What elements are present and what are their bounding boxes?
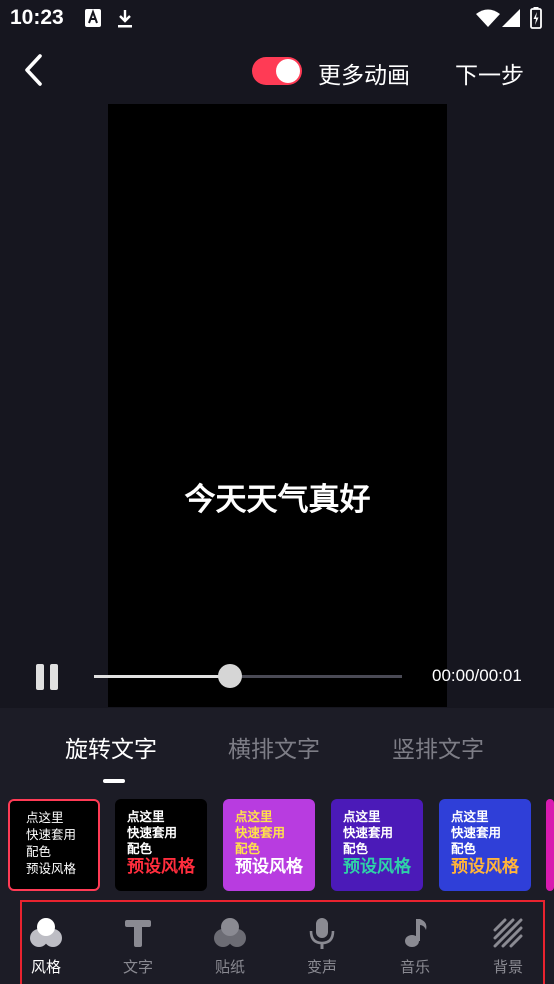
- pause-button[interactable]: [34, 662, 60, 692]
- card-line: 点这里: [26, 810, 64, 825]
- card-line: 配色: [451, 841, 477, 856]
- card-line: 点这里: [451, 809, 489, 824]
- nav-label: 贴纸: [214, 958, 245, 976]
- nav-label: 风格: [30, 958, 61, 976]
- card-line: 配色: [127, 841, 153, 856]
- nav-item-text[interactable]: 文字: [108, 916, 168, 978]
- back-button[interactable]: [18, 52, 54, 88]
- bottom-nav: [20, 900, 545, 984]
- tab-vertical-text[interactable]: 竖排文字: [392, 730, 484, 764]
- tab-indicator: [103, 779, 125, 783]
- progress-track[interactable]: [94, 675, 402, 678]
- card-line: 配色: [235, 841, 261, 856]
- playback-time: 00:00/00:01: [432, 666, 522, 685]
- battery-charging-icon: [530, 7, 542, 29]
- status-bar: 10:23: [0, 0, 554, 40]
- style-card-blue[interactable]: 点这里 快速套用 配色 预设风格: [439, 799, 531, 891]
- card-line: 预设风格: [26, 861, 77, 876]
- toggle-knob: [276, 59, 300, 83]
- more-animation-label[interactable]: 更多动画: [318, 56, 410, 90]
- nav-label: 文字: [122, 958, 153, 976]
- more-animation-toggle[interactable]: [252, 57, 302, 85]
- style-card-default[interactable]: 点这里 快速套用 配色 预设风格: [8, 799, 100, 891]
- card-line: 快速套用: [451, 825, 502, 840]
- card-preset-label: 预设风格: [235, 857, 303, 877]
- signal-icon: [502, 9, 520, 27]
- style-card-purple[interactable]: 点这里 快速套用 配色 预设风格: [223, 799, 315, 891]
- card-line: 点这里: [127, 809, 165, 824]
- card-line: 快速套用: [127, 825, 178, 840]
- sticker-circles-icon: [214, 918, 246, 947]
- nav-item-sticker[interactable]: 贴纸: [200, 916, 260, 978]
- style-circles-icon: [30, 918, 62, 947]
- microphone-icon: [309, 918, 335, 949]
- nav-label: 背景: [492, 958, 523, 976]
- pause-icon: [36, 664, 44, 690]
- card-line: 配色: [343, 841, 369, 856]
- tab-horizontal-text[interactable]: 横排文字: [228, 730, 320, 764]
- progress-thumb[interactable]: [217, 664, 242, 688]
- music-note-icon: [405, 919, 427, 947]
- nav-item-music[interactable]: 音乐: [385, 916, 445, 978]
- next-step-button[interactable]: 下一步: [455, 56, 524, 90]
- background-stripes-icon: [493, 918, 523, 948]
- status-time: 10:23: [10, 6, 64, 29]
- card-line: 快速套用: [343, 825, 394, 840]
- card-line: 配色: [26, 844, 52, 859]
- card-line: 点这里: [235, 809, 273, 824]
- style-card-indigo[interactable]: 点这里 快速套用 配色 预设风格: [331, 799, 423, 891]
- card-preset-label: 预设风格: [343, 857, 411, 877]
- card-line: 快速套用: [26, 827, 77, 842]
- preview-text: 今天天气真好: [184, 482, 371, 518]
- nav-item-style[interactable]: 风格: [16, 916, 76, 978]
- card-line: 点这里: [343, 809, 381, 824]
- nav-label: 变声: [306, 958, 337, 976]
- pause-icon-bar: [50, 664, 58, 690]
- card-line: 快速套用: [235, 825, 286, 840]
- text-t-icon: [125, 920, 151, 947]
- download-icon: [118, 10, 132, 28]
- nav-label: 音乐: [399, 958, 430, 976]
- style-card-magenta-partial[interactable]: [546, 799, 554, 891]
- nav-item-background[interactable]: 背景: [478, 916, 538, 978]
- card-preset-label: 预设风格: [451, 857, 519, 877]
- tab-rotate-text[interactable]: 旋转文字: [65, 730, 157, 764]
- font-a-icon: [85, 9, 101, 27]
- progress-fill: [94, 675, 230, 678]
- style-card-black[interactable]: 点这里 快速套用 配色 预设风格: [115, 799, 207, 891]
- nav-item-voice-change[interactable]: 变声: [292, 916, 352, 978]
- wifi-icon: [476, 9, 500, 27]
- card-preset-label: 预设风格: [127, 857, 195, 877]
- video-preview[interactable]: 今天天气真好: [108, 104, 447, 707]
